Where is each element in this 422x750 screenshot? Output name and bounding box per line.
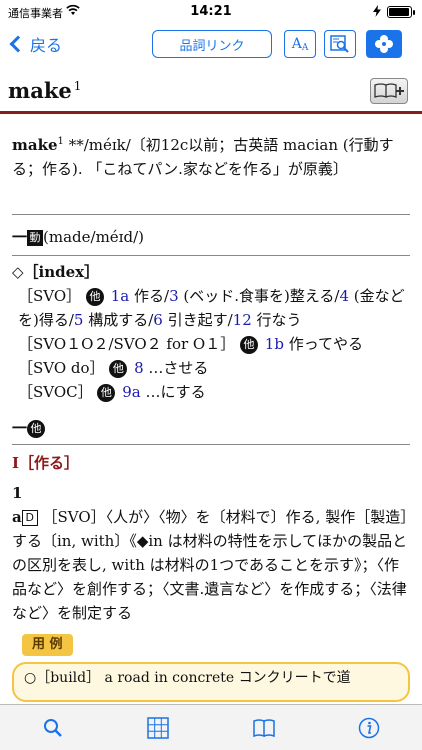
info-icon [359, 717, 380, 738]
example-label[interactable]: 用 例 [22, 634, 73, 656]
verb-tag: 動 [27, 230, 44, 246]
etymology: make1 **/méɪk/〔初12c以前；古英語 macian (行動する；作… [12, 136, 394, 178]
sense-definition: aD ［SVO］〈人が〉〈物〉を〔材料で〕作る, 製作［製造］する〔in, wi… [12, 508, 408, 622]
headword-bar: make 1 [0, 72, 422, 114]
example-box: ○［build］ a road in concrete コンクリートで道 [12, 662, 410, 702]
charging-icon [373, 5, 381, 17]
add-bookmark-button[interactable] [370, 78, 408, 104]
index-line: ［SVOC］ 他 9a …にする [18, 383, 206, 402]
sense-link[interactable]: 1a [111, 287, 130, 305]
sense-link[interactable]: 9a [122, 383, 141, 401]
pos-link-button[interactable]: 品詞リンク [152, 30, 272, 58]
search-doc-icon [330, 35, 349, 53]
tab-bar [0, 704, 422, 750]
transitive-heading: 一他 [0, 416, 422, 440]
grid-icon [147, 716, 169, 739]
search-in-entry-button[interactable] [324, 30, 356, 58]
sense-link[interactable]: 3 [169, 287, 179, 305]
back-button[interactable]: 戻る [8, 32, 62, 56]
nav-bar: 戻る 品詞リンク AA [0, 24, 422, 64]
entry-content: make1 **/méɪk/〔初12c以前；古英語 macian (行動する；作… [0, 126, 422, 706]
battery-icon [387, 6, 415, 18]
search-icon [43, 718, 62, 737]
example-text: ○［build］ a road in concrete コンクリートで道 [24, 670, 351, 686]
search-tab[interactable] [33, 713, 73, 743]
headword: make 1 [8, 78, 82, 103]
index-line: ［SVO１O２/SVO２ for O１］ 他 1b 作ってやる [18, 335, 363, 354]
sense-link[interactable]: 8 [134, 359, 144, 377]
book-plus-icon [374, 83, 404, 98]
info-tab[interactable] [349, 713, 389, 743]
clock: 14:21 [190, 4, 232, 19]
sense-link[interactable]: 6 [153, 311, 163, 329]
status-bar: 通信事業者 14:21 [0, 0, 422, 24]
clover-icon [375, 35, 393, 53]
section-heading: I［作る］ [12, 454, 80, 472]
sense-link[interactable]: 1b [265, 335, 284, 353]
index-heading: ◇［index］ [12, 263, 100, 281]
book-tab[interactable] [244, 713, 284, 743]
sense-link[interactable]: 12 [233, 311, 252, 329]
font-size-icon: AA [291, 35, 309, 53]
chevron-left-icon [9, 35, 27, 53]
sense-link[interactable]: 4 [339, 287, 349, 305]
sense-number: 1 [12, 484, 23, 502]
verb-forms: 一動 (made/méɪd/) [12, 228, 144, 246]
grid-tab[interactable] [138, 713, 178, 743]
book-icon [253, 718, 275, 737]
index-line: ［SVO do］ 他 8 …させる [18, 359, 209, 378]
font-size-button[interactable]: AA [284, 30, 316, 58]
index-line: ［SVO］ 他 1a 作る/3 (ベッド.食事を)整える/4 (金などを)得る/… [18, 287, 405, 329]
back-label: 戻る [30, 36, 63, 55]
clover-button[interactable] [366, 30, 402, 58]
